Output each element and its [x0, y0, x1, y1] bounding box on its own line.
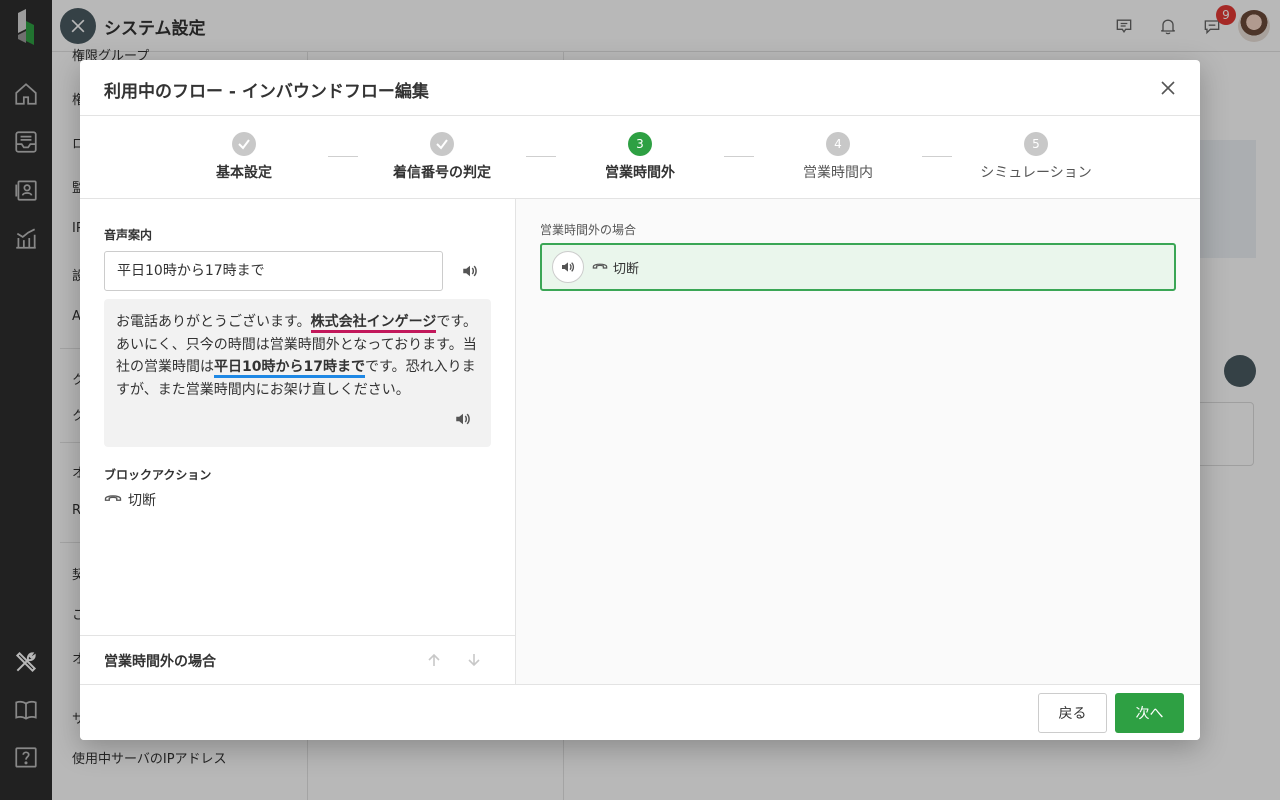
step-after-hours[interactable]: 3 営業時間外: [560, 132, 720, 182]
back-button[interactable]: 戻る: [1038, 693, 1107, 733]
modal-header: 利用中のフロー - インバウンドフロー編集: [80, 60, 1200, 116]
check-icon: [232, 132, 256, 156]
step-label: 基本設定: [216, 165, 272, 181]
step-basic-settings[interactable]: 基本設定: [164, 132, 324, 182]
step-simulation[interactable]: 5 シミュレーション: [956, 132, 1116, 182]
flow-block-action-label: 切断: [613, 261, 640, 277]
hangup-icon: [592, 260, 608, 275]
step-label: 営業時間内: [803, 165, 873, 181]
close-icon[interactable]: [1156, 76, 1180, 100]
stepper: 基本設定 着信番号の判定 3 営業時間外 4 営業時間内 5 シミュレーション: [80, 116, 1200, 199]
message-text: お電話ありがとうございます。: [116, 314, 311, 330]
step-label: シミュレーション: [980, 165, 1092, 181]
next-button[interactable]: 次へ: [1115, 693, 1184, 733]
step-number: 4: [826, 132, 850, 156]
flow-caption: 営業時間外の場合: [540, 223, 637, 237]
voice-guidance-select[interactable]: 平日10時から17時まで: [104, 251, 443, 291]
block-footer: 営業時間外の場合: [80, 635, 516, 684]
arrow-down-icon[interactable]: [464, 650, 484, 670]
step-number: 5: [1024, 132, 1048, 156]
block-footer-title: 営業時間外の場合: [104, 654, 216, 670]
company-name-variable: 株式会社インゲージ: [310, 314, 437, 333]
speaker-icon[interactable]: [458, 259, 482, 283]
check-icon: [430, 132, 454, 156]
step-label: 営業時間外: [605, 165, 675, 181]
step-number: 3: [628, 132, 652, 156]
step-label: 着信番号の判定: [393, 165, 491, 181]
flow-block-action: 切断: [592, 258, 639, 277]
arrow-up-icon[interactable]: [424, 650, 444, 670]
modal-footer: 戻る 次へ: [80, 684, 1200, 740]
voice-message-preview: お電話ありがとうございます。株式会社インゲージです。あいにく、只今の時間は営業時…: [104, 299, 491, 447]
block-action: 切断: [104, 490, 156, 510]
business-hours-variable: 平日10時から17時まで: [214, 359, 365, 378]
flow-block[interactable]: 切断: [540, 243, 1176, 291]
block-action-value: 切断: [128, 493, 156, 509]
voice-guidance-label: 音声案内: [104, 228, 153, 242]
block-editor-panel: 音声案内 平日10時から17時まで お電話ありがとうございます。株式会社インゲー…: [80, 199, 516, 684]
flow-preview-panel: 営業時間外の場合 切断: [516, 199, 1200, 684]
flow-edit-modal: 利用中のフロー - インバウンドフロー編集 基本設定 着信番号の判定 3 営業時…: [80, 60, 1200, 740]
step-business-hours[interactable]: 4 営業時間内: [758, 132, 918, 182]
speaker-icon[interactable]: [451, 407, 475, 431]
step-number-check[interactable]: 着信番号の判定: [362, 132, 522, 182]
modal-title: 利用中のフロー - インバウンドフロー編集: [104, 82, 429, 102]
speaker-icon[interactable]: [552, 251, 584, 283]
block-action-label: ブロックアクション: [104, 468, 212, 482]
hangup-icon: [104, 492, 122, 508]
